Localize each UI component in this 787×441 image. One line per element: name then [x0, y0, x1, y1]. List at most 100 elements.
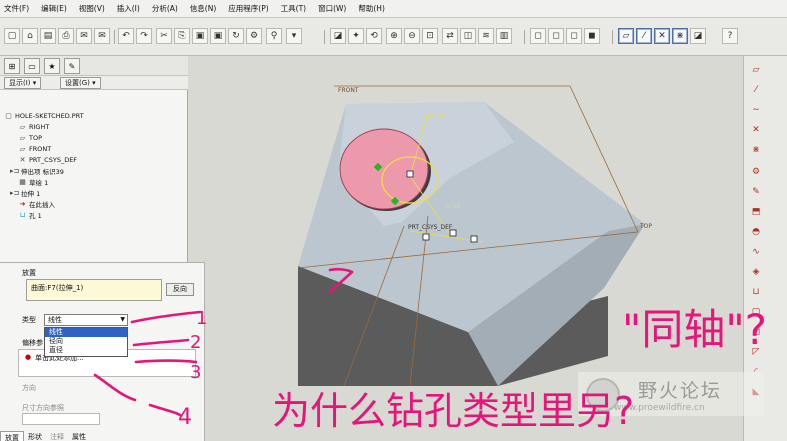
repaint-icon[interactable]: ◪ — [330, 28, 346, 44]
tree-item-insert-here[interactable]: ➔ 在此插入 — [18, 198, 55, 209]
shell-tool-icon[interactable]: ▢ — [748, 304, 764, 320]
variable-sweep-icon[interactable]: ∿ — [748, 244, 764, 260]
datum-plane-tool-icon[interactable]: ▱ — [748, 62, 764, 78]
settings-dropdown[interactable]: 设置(G) ▾ — [60, 77, 101, 89]
protrusion-icon: ▸⊐ — [10, 166, 20, 175]
connections-tab-icon[interactable]: ✎ — [64, 58, 80, 74]
email-link-icon[interactable]: ✉ — [94, 28, 110, 44]
placement-reference-collector[interactable]: 曲面:F7(拉伸_1) — [26, 279, 162, 301]
csys-tool-icon[interactable]: ⋇ — [748, 142, 764, 158]
tree-item-top[interactable]: ▱ TOP — [18, 132, 42, 143]
hidden-line-icon[interactable]: ◻ — [548, 28, 564, 44]
toolbar-separator — [324, 30, 325, 44]
cut-icon[interactable]: ✂ — [156, 28, 172, 44]
menu-info[interactable]: 信息(N) — [190, 3, 216, 14]
menu-window[interactable]: 窗口(W) — [318, 3, 346, 14]
type-select[interactable]: 线性 ▼ — [44, 314, 128, 326]
tree-item-hole[interactable]: ⊔ 孔 1 — [18, 209, 42, 220]
find-icon[interactable]: ⚲ — [266, 28, 282, 44]
csys-icon[interactable]: ⋇ — [672, 28, 688, 44]
email-icon[interactable]: ✉ — [76, 28, 92, 44]
draft-tool-icon[interactable]: ◸ — [748, 344, 764, 360]
save-icon[interactable]: ▤ — [40, 28, 56, 44]
tree-item-part[interactable]: ▢ HOLE-SKETCHED.PRT — [4, 110, 84, 121]
datum-point-tool-icon[interactable]: ✕ — [748, 122, 764, 138]
menu-file[interactable]: 文件(F) — [4, 3, 29, 14]
shading-icon[interactable]: ◼ — [584, 28, 600, 44]
paste-icon[interactable]: ▣ — [192, 28, 208, 44]
datum-axis-tool-icon[interactable]: ⁄ — [748, 82, 764, 98]
menu-tools[interactable]: 工具(T) — [281, 3, 306, 14]
drag-handle-square — [406, 170, 414, 178]
insert-here-icon: ➔ — [19, 199, 26, 208]
tab-properties[interactable]: 属性 — [68, 431, 90, 441]
new-file-icon[interactable]: ▢ — [4, 28, 20, 44]
refit-icon[interactable]: ⊡ — [422, 28, 438, 44]
tree-item-protrusion[interactable]: ▸⊐ 伸出项 标识39 — [10, 165, 64, 176]
paste-special-icon[interactable]: ▣ — [210, 28, 226, 44]
saved-views-icon[interactable]: ◫ — [460, 28, 476, 44]
dimension-direction-label: 尺寸方向参照 — [22, 404, 64, 412]
analysis-tool-icon[interactable]: ⚙ — [748, 164, 764, 180]
regen-manager-icon[interactable]: ⚙ — [246, 28, 262, 44]
menu-help[interactable]: 帮助(H) — [358, 3, 385, 14]
tab-placement[interactable]: 放置 — [0, 431, 24, 441]
wireframe-icon[interactable]: ◻ — [530, 28, 546, 44]
tree-item-sketch[interactable]: ▦ 草绘 1 — [18, 176, 48, 187]
model-tree-tab-icon[interactable]: ⊞ — [4, 58, 20, 74]
orient-mode-icon[interactable]: ⟲ — [366, 28, 382, 44]
zoom-out-icon[interactable]: ⊖ — [404, 28, 420, 44]
folder-tab-icon[interactable]: ▭ — [24, 58, 40, 74]
context-help-icon[interactable]: ? — [722, 28, 738, 44]
favorites-tab-icon[interactable]: ★ — [44, 58, 60, 74]
flip-button[interactable]: 反向 — [166, 283, 194, 296]
redo-icon[interactable]: ↷ — [136, 28, 152, 44]
menu-applications[interactable]: 应用程序(P) — [228, 3, 268, 14]
undo-icon[interactable]: ↶ — [118, 28, 134, 44]
tree-item-label: RIGHT — [29, 122, 50, 131]
print-icon[interactable]: ⎙ — [58, 28, 74, 44]
open-file-icon[interactable]: ⌂ — [22, 28, 38, 44]
datum-curve-tool-icon[interactable]: ∼ — [748, 102, 764, 118]
datum-points-icon[interactable]: ✕ — [654, 28, 670, 44]
annotations-icon[interactable]: ◪ — [690, 28, 706, 44]
selection-filter-icon[interactable]: ▾ — [286, 28, 302, 44]
navigator-tabs: ⊞ ▭ ★ ✎ — [0, 56, 188, 76]
no-hidden-icon[interactable]: ◻ — [566, 28, 582, 44]
dimension-direction-collector[interactable] — [22, 413, 100, 425]
view-manager-icon[interactable]: ▥ — [496, 28, 512, 44]
reorient-icon[interactable]: ⇄ — [442, 28, 458, 44]
menu-insert[interactable]: 插入(I) — [117, 3, 140, 14]
tree-item-right[interactable]: ▱ RIGHT — [18, 121, 50, 132]
sketch-tool-icon[interactable]: ✎ — [748, 184, 764, 200]
show-dropdown[interactable]: 显示(I) ▾ — [4, 77, 42, 89]
type-option-diameter[interactable]: 直径 — [45, 346, 127, 355]
menu-view[interactable]: 视图(V) — [79, 3, 105, 14]
tree-item-extrude[interactable]: ▸⊐ 拉伸 1 — [10, 187, 40, 198]
type-option-radial[interactable]: 径向 — [45, 337, 127, 346]
blend-tool-icon[interactable]: ◈ — [748, 264, 764, 280]
tree-item-front[interactable]: ▱ FRONT — [18, 143, 51, 154]
menu-edit[interactable]: 编辑(E) — [41, 3, 67, 14]
rib-tool-icon[interactable]: ◿ — [748, 324, 764, 340]
toolbar-separator — [524, 30, 525, 44]
offset-label: 偏移参 — [22, 339, 43, 347]
copy-icon[interactable]: ⎘ — [174, 28, 190, 44]
datum-planes-icon[interactable]: ▱ — [618, 28, 634, 44]
zoom-in-icon[interactable]: ⊕ — [386, 28, 402, 44]
type-option-linear[interactable]: 线性 — [45, 328, 127, 337]
revolve-tool-icon[interactable]: ◓ — [748, 224, 764, 240]
datum-axes-icon[interactable]: ⁄ — [636, 28, 652, 44]
hole-tool-icon[interactable]: ⊔ — [748, 284, 764, 300]
regenerate-icon[interactable]: ↻ — [228, 28, 244, 44]
menu-analysis[interactable]: 分析(A) — [152, 3, 178, 14]
layers-icon[interactable]: ≋ — [478, 28, 494, 44]
model-navigator: ⊞ ▭ ★ ✎ 显示(I) ▾ 设置(G) ▾ ▢ HOLE-SKETCHED.P… — [0, 56, 188, 266]
tree-item-csys[interactable]: ✕ PRT_CSYS_DEF — [18, 154, 77, 165]
spin-center-icon[interactable]: ✦ — [348, 28, 364, 44]
tree-item-label: 孔 1 — [29, 211, 42, 220]
tab-note[interactable]: 注释 — [46, 431, 68, 441]
extrude-tool-icon[interactable]: ⬒ — [748, 204, 764, 220]
tree-item-label: FRONT — [29, 144, 52, 153]
tab-shape[interactable]: 形状 — [24, 431, 46, 441]
